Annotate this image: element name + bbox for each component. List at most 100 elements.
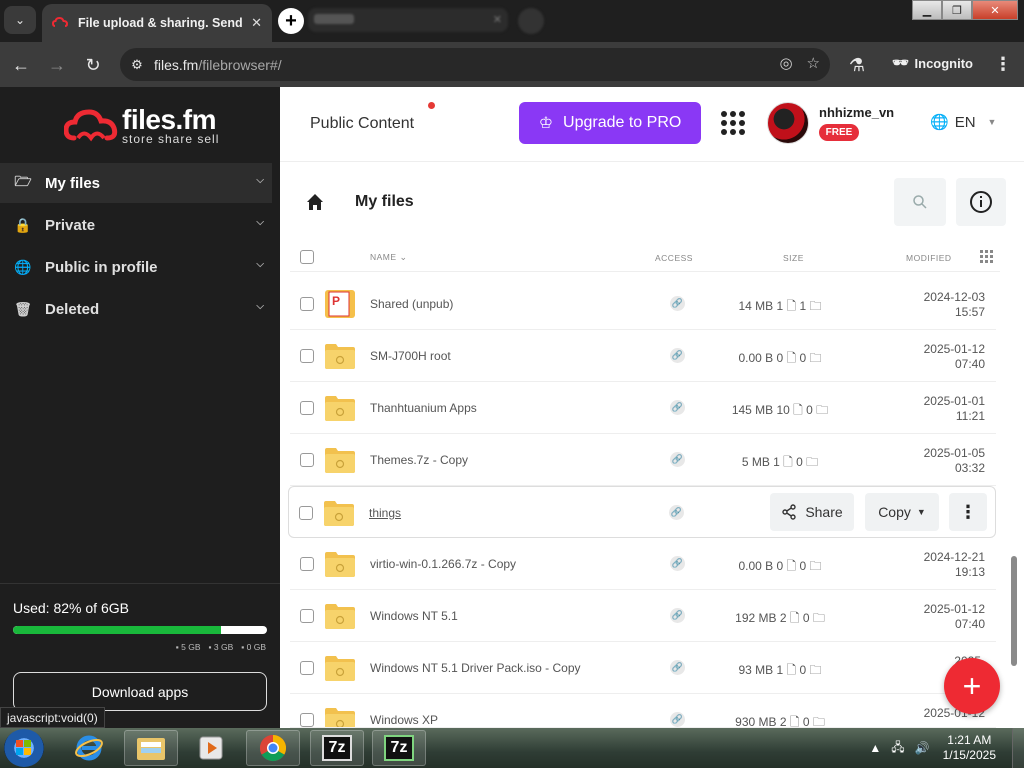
network-icon[interactable]: 🖧: [891, 738, 904, 759]
file-name[interactable]: virtio-win-0.1.266.7z - Copy: [370, 557, 516, 571]
search-button[interactable]: [894, 178, 946, 226]
row-checkbox[interactable]: [300, 453, 314, 467]
file-name[interactable]: Thanhtuanium Apps: [370, 401, 477, 415]
copy-dropdown-button[interactable]: Copy ▼: [865, 493, 939, 531]
sidebar-item-public-in-profile[interactable]: 🌐 Public in profile ⌵: [0, 247, 272, 287]
sidebar-item-my-files[interactable]: 🗁 My files ⌵: [0, 163, 272, 203]
row-checkbox[interactable]: [299, 506, 313, 520]
row-checkbox[interactable]: [300, 713, 314, 727]
forward-arrow-icon[interactable]: →: [44, 52, 70, 78]
link-icon[interactable]: 🔗: [670, 296, 685, 311]
chevron-down-icon[interactable]: ⌵: [256, 175, 264, 186]
file-modified: 2024-12-21 19:13: [923, 550, 985, 579]
more-options-icon[interactable]: ⋮: [949, 493, 987, 531]
link-icon[interactable]: 🔗: [670, 608, 685, 623]
bookmark-star-icon[interactable]: ☆: [807, 54, 820, 72]
row-checkbox[interactable]: [300, 661, 314, 675]
sidebar-item-deleted[interactable]: 🗑 Deleted ⌵: [0, 289, 272, 329]
file-name[interactable]: Shared (unpub): [370, 297, 453, 311]
volume-icon[interactable]: 🔊: [915, 741, 930, 755]
maximize-button[interactable]: ❐: [942, 0, 972, 20]
address-bar[interactable]: ⚙ files.fm/filebrowser#/ ◎ ☆: [120, 48, 830, 81]
table-row[interactable]: Windows NT 5.1 🔗 192 MB 2 🗋 0 🗀 2025-01-…: [290, 590, 996, 642]
back-arrow-icon[interactable]: ←: [8, 52, 34, 78]
link-icon[interactable]: 🔗: [669, 505, 684, 520]
table-row[interactable]: Windows NT 5.1 Driver Pack.iso - Copy 🔗 …: [290, 642, 996, 694]
eye-off-icon[interactable]: ◎: [779, 54, 792, 72]
file-name[interactable]: Windows XP: [370, 713, 438, 727]
blurred-tab-icon[interactable]: [518, 8, 544, 34]
avatar[interactable]: [767, 102, 809, 144]
file-name[interactable]: things: [369, 506, 401, 520]
chevron-down-icon[interactable]: ⌵: [256, 217, 264, 228]
share-button[interactable]: Share: [770, 493, 854, 531]
table-row[interactable]: SM-J700H root 🔗 0.00 B 0 🗋 0 🗀 2025-01-1…: [290, 330, 996, 382]
download-apps-button[interactable]: Download apps: [13, 672, 267, 711]
username[interactable]: nhhizme_vn: [819, 105, 894, 120]
column-modified[interactable]: MODIFIED: [906, 253, 952, 263]
tab-search-button[interactable]: ⌄: [4, 6, 36, 34]
apps-grid-icon[interactable]: [721, 111, 745, 135]
table-row[interactable]: Windows XP 🔗 930 MB 2 🗋 0 🗀 2025-01-12: [290, 694, 996, 728]
table-row[interactable]: Themes.7z - Copy 🔗 5 MB 1 🗋 0 🗀 2025-01-…: [290, 434, 996, 486]
incognito-indicator[interactable]: 🕶 Incognito: [892, 55, 973, 71]
minimize-button[interactable]: ▁: [912, 0, 942, 20]
row-checkbox[interactable]: [300, 609, 314, 623]
link-icon[interactable]: 🔗: [670, 556, 685, 571]
info-button[interactable]: [956, 178, 1006, 226]
chevron-down-icon[interactable]: ⌵: [256, 259, 264, 270]
site-settings-icon[interactable]: ⚙: [120, 48, 154, 81]
link-icon[interactable]: 🔗: [670, 712, 685, 727]
files-fm-logo[interactable]: files.fm store share sell: [64, 106, 219, 145]
file-name[interactable]: Themes.7z - Copy: [370, 453, 468, 467]
taskbar-internet-explorer[interactable]: [62, 730, 116, 766]
window-close-button[interactable]: ✕: [972, 0, 1018, 20]
taskbar-7zip-2[interactable]: 7z: [372, 730, 426, 766]
reload-icon[interactable]: ↻: [80, 52, 106, 78]
table-row[interactable]: Thanhtuanium Apps 🔗 145 MB 10 🗋 0 🗀 2025…: [290, 382, 996, 434]
blurred-tab[interactable]: ✕: [308, 8, 508, 32]
column-name[interactable]: NAME ⌄: [370, 252, 407, 263]
file-name[interactable]: SM-J700H root: [370, 349, 451, 363]
folder-icon: [325, 552, 355, 577]
link-icon[interactable]: 🔗: [670, 348, 685, 363]
browser-menu-icon[interactable]: ⋮: [994, 54, 1012, 75]
row-checkbox[interactable]: [300, 349, 314, 363]
show-desktop-button[interactable]: [1012, 728, 1024, 768]
column-size[interactable]: SIZE: [783, 253, 804, 263]
select-all-checkbox[interactable]: [300, 250, 314, 264]
link-icon[interactable]: 🔗: [670, 452, 685, 467]
row-checkbox[interactable]: [300, 557, 314, 571]
tab-close-icon[interactable]: ✕: [251, 15, 262, 31]
table-row[interactable]: virtio-win-0.1.266.7z - Copy 🔗 0.00 B 0 …: [290, 538, 996, 590]
table-row-hovered[interactable]: things 🔗 Share Copy ▼ ⋮: [288, 486, 996, 538]
link-icon[interactable]: 🔗: [670, 400, 685, 415]
taskbar-file-explorer[interactable]: [124, 730, 178, 766]
start-button[interactable]: [4, 729, 44, 767]
language-selector[interactable]: 🌐 EN ▼: [930, 113, 996, 132]
clock[interactable]: 1:21 AM 1/15/2025: [943, 733, 996, 763]
taskbar-media-player[interactable]: [184, 730, 238, 766]
add-button[interactable]: +: [944, 658, 1000, 714]
sidebar-item-private[interactable]: 🔒 Private ⌵: [0, 205, 272, 245]
chevron-down-icon[interactable]: ⌵: [256, 301, 264, 312]
link-icon[interactable]: 🔗: [670, 660, 685, 675]
view-grid-icon[interactable]: [980, 250, 993, 263]
labs-flask-icon[interactable]: ⚗: [844, 52, 870, 78]
browser-tab-active[interactable]: File upload & sharing. Send large files …: [42, 4, 272, 42]
blurred-tab-close-icon[interactable]: ✕: [493, 13, 502, 26]
file-name[interactable]: Windows NT 5.1 Driver Pack.iso - Copy: [370, 661, 581, 675]
show-hidden-icons-icon[interactable]: ▲: [869, 741, 881, 755]
table-row[interactable]: P Shared (unpub) 🔗 14 MB 1 🗋 1 🗀 2024-12…: [290, 278, 996, 330]
table-header: NAME ⌄ ACCESS SIZE MODIFIED: [290, 244, 1000, 272]
upgrade-to-pro-button[interactable]: ♔ Upgrade to PRO: [519, 102, 701, 144]
public-content-link[interactable]: Public Content: [310, 115, 414, 133]
home-icon[interactable]: [305, 192, 325, 212]
row-checkbox[interactable]: [300, 297, 314, 311]
scrollbar-thumb[interactable]: [1011, 556, 1017, 666]
file-name[interactable]: Windows NT 5.1: [370, 609, 458, 623]
new-tab-button[interactable]: +: [278, 8, 304, 34]
row-checkbox[interactable]: [300, 401, 314, 415]
taskbar-chrome[interactable]: [246, 730, 300, 766]
taskbar-7zip-1[interactable]: 7z: [310, 730, 364, 766]
